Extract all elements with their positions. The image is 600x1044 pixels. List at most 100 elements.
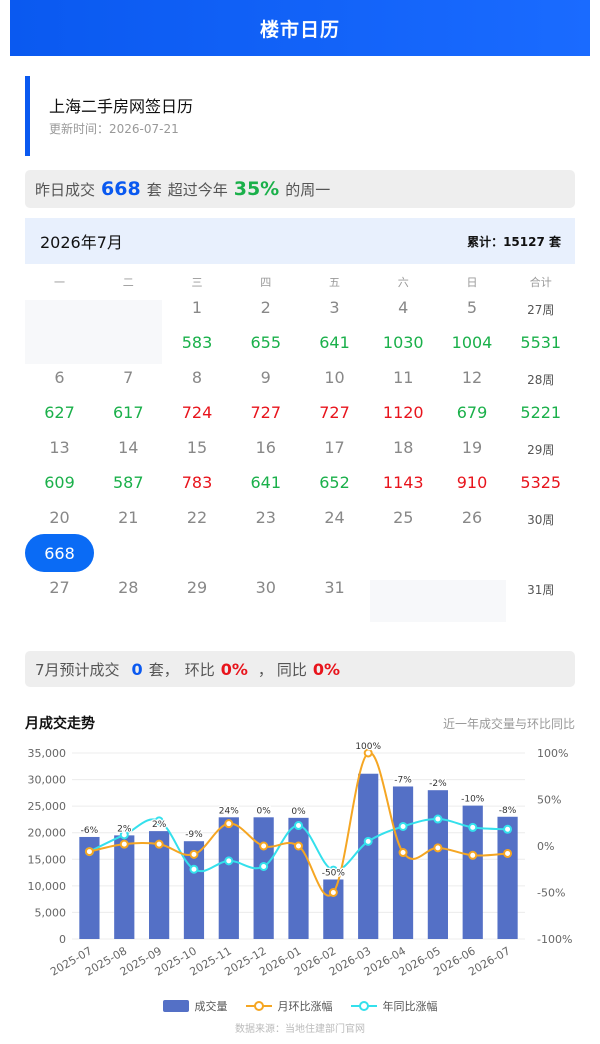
calendar-day[interactable]: 27: [25, 578, 94, 597]
yoy-point: [363, 836, 373, 846]
daily-volume: 617: [112, 403, 144, 422]
calendar-day[interactable]: 13: [25, 438, 94, 457]
calendar-day[interactable]: 9: [231, 368, 300, 387]
calendar-header: 2026年7月 累计：15127 套: [25, 218, 575, 264]
summary-prefix: 昨日成交: [35, 180, 96, 199]
yoy-point: [398, 821, 408, 831]
summary-mid: 超过今年: [167, 180, 228, 199]
calendar-day[interactable]: 8: [163, 368, 232, 387]
calendar-day[interactable]: 11: [369, 368, 438, 387]
data-source: 数据来源：当地住建部门官网: [235, 1024, 365, 1035]
mom-data-label: -9%: [185, 830, 203, 840]
y-right-tick: -50%: [537, 887, 565, 900]
calendar-day[interactable]: 14: [94, 438, 163, 457]
calendar-day[interactable]: 5: [438, 298, 507, 317]
calendar-day[interactable]: 22: [163, 508, 232, 527]
calendar-day[interactable]: 2: [231, 298, 300, 317]
week-label: 31周: [527, 583, 555, 597]
today-value-pill[interactable]: 668: [25, 534, 94, 572]
summary-percent: 35%: [233, 178, 280, 200]
y-left-tick: 20,000: [28, 827, 67, 840]
volume-bar: [497, 816, 518, 939]
calendar-day[interactable]: 29: [163, 578, 232, 597]
weekday-header: 六: [397, 276, 409, 289]
calendar-day[interactable]: 20: [25, 508, 94, 527]
calendar-month: 2026年7月: [40, 233, 123, 252]
week-label: 29周: [527, 443, 555, 457]
summary-suffix: 的周一: [285, 180, 331, 199]
weekday-header: 合计: [529, 276, 552, 289]
mom-point: [119, 839, 129, 849]
page-header: 楼市日历: [10, 0, 590, 56]
daily-volume: 587: [112, 473, 144, 492]
calendar-day[interactable]: 26: [438, 508, 507, 527]
legend-line-swatch: [350, 1001, 377, 1011]
mom-point: [189, 849, 199, 859]
yoy-point: [189, 864, 199, 874]
calendar-day[interactable]: 6: [25, 368, 94, 387]
calendar-day[interactable]: 3: [300, 298, 369, 317]
daily-volume: 727: [319, 403, 350, 422]
daily-volume: 679: [456, 403, 488, 422]
daily-volume: 727: [250, 403, 282, 422]
calendar-day[interactable]: 21: [94, 508, 163, 527]
daily-volume: 724: [181, 403, 213, 422]
yoy-point: [503, 824, 513, 834]
daily-volume: 652: [319, 473, 350, 492]
legend-item-mom[interactable]: 月环比涨幅: [245, 998, 333, 1014]
y-left-tick: 35,000: [28, 747, 67, 760]
calendar-day[interactable]: 7: [94, 368, 163, 387]
y-right-tick: 100%: [537, 747, 568, 760]
mom-data-label: -2%: [429, 779, 447, 789]
mom-data-label: 2%: [117, 824, 132, 834]
mom-point: [294, 841, 303, 851]
mom-data-label: 0%: [291, 807, 306, 817]
calendar-day[interactable]: 16: [231, 438, 300, 457]
mom-point: [154, 839, 164, 849]
calendar-day[interactable]: 18: [369, 438, 438, 457]
calendar-blank: [369, 580, 506, 622]
weekday-header: 三: [191, 276, 203, 289]
calendar-day[interactable]: 4: [369, 298, 438, 317]
calendar-day[interactable]: 10: [300, 368, 369, 387]
forecast-unit: 套，: [148, 660, 179, 679]
legend-item-volume[interactable]: 成交量: [162, 998, 228, 1014]
calendar-day[interactable]: 23: [231, 508, 300, 527]
daily-volume: 783: [181, 473, 213, 492]
calendar-title: 上海二手房网签日历: [49, 97, 194, 116]
calendar-day[interactable]: 19: [438, 438, 507, 457]
calendar-day[interactable]: 1: [163, 298, 232, 317]
volume-bar: [114, 835, 135, 939]
daily-volume: 627: [44, 403, 75, 422]
volume-bar: [218, 817, 239, 939]
legend-line-swatch: [245, 1001, 272, 1011]
mom-point: [503, 848, 513, 858]
calendar-day[interactable]: 24: [300, 508, 369, 527]
y-right-tick: 50%: [537, 794, 561, 807]
calendar-day[interactable]: 30: [231, 578, 300, 597]
calendar-day[interactable]: 28: [94, 578, 163, 597]
mom-point: [398, 848, 408, 858]
mom-data-label: 100%: [355, 742, 381, 752]
forecast-yoy: 0%: [312, 659, 341, 679]
calendar-total: 累计：15127 套: [467, 234, 561, 249]
daily-volume: 583: [181, 333, 213, 352]
forecast-yoy-label: 同比: [276, 660, 307, 679]
forecast-separator: ，: [257, 660, 273, 679]
calendar-day[interactable]: 17: [300, 438, 369, 457]
calendar-day[interactable]: 25: [369, 508, 438, 527]
daily-volume: 641: [250, 473, 282, 492]
info-block: 上海二手房网签日历 更新时间：2026-07-21: [25, 76, 575, 156]
calendar-day[interactable]: 31: [300, 578, 369, 597]
forecast-count: 0: [131, 659, 143, 679]
y-right-tick: 0%: [537, 840, 554, 853]
yoy-point: [294, 821, 303, 831]
calendar-day[interactable]: 15: [163, 438, 232, 457]
y-left-tick: 5,000: [35, 906, 67, 919]
calendar-day[interactable]: 12: [438, 368, 507, 387]
forecast-mom: 0%: [220, 659, 248, 679]
chart-legend: 成交量 月环比涨幅 年同比涨幅: [0, 998, 600, 1014]
y-right-tick: -100%: [537, 933, 572, 946]
legend-item-yoy[interactable]: 年同比涨幅: [350, 998, 438, 1014]
daily-volume: 1004: [451, 333, 493, 352]
